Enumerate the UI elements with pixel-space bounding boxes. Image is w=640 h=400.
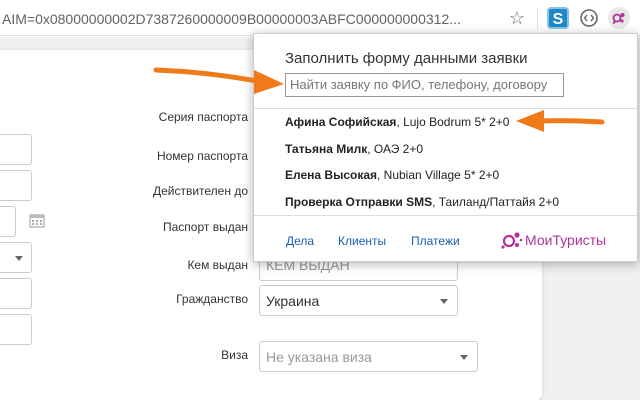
bookmark-star-icon[interactable]: ☆ [506,6,528,30]
citizenship-select[interactable]: Украина [259,285,458,316]
left-select[interactable] [0,242,32,273]
label-passport-series: Серия паспорта [158,110,248,124]
moituristy-extension-icon[interactable] [608,7,630,29]
list-item[interactable]: Елена Высокая, Nubian Village 5* 2+0 [285,168,499,182]
left-input-2[interactable] [0,170,32,201]
annotation-arrow-item [516,110,605,132]
left-input-3[interactable] [0,206,16,237]
popup-title: Заполнить форму данными заявки [285,50,528,67]
label-passport-number: Номер паспорта [156,149,248,163]
item-name: Елена Высокая [285,168,377,182]
extension-s-icon[interactable]: S [547,7,569,29]
brand-logo[interactable]: МоиТуристы [499,228,606,252]
footer-link-payments[interactable]: Платежи [411,234,460,248]
visa-value: Не указана виза [266,349,372,365]
chevron-down-icon [460,355,468,360]
visa-select[interactable]: Не указана виза [259,341,478,372]
calendar-icon[interactable] [29,212,45,228]
extension-code-icon[interactable] [578,7,600,29]
popup-divider [254,215,637,216]
toolbar-divider [537,9,538,29]
item-name: Татьяна Милк [285,142,368,156]
address-bar[interactable]: AIM=0x08000000002D7387260000009B00000003… [0,7,498,31]
item-name: Проверка Отправки SMS [285,195,433,209]
label-valid-until: Действителен до [152,184,248,198]
item-detail: , Таиланд/Паттайя 2+0 [432,195,560,209]
moituristy-logo-icon [501,232,523,249]
left-input-1[interactable] [0,134,32,165]
search-input[interactable]: Найти заявку по ФИО, телефону, договору [285,73,564,97]
item-detail: , Nubian Village 5* 2+0 [377,168,500,182]
chevron-down-icon [440,299,448,304]
extension-popup: Заполнить форму данными заявки Найти зая… [253,33,638,262]
footer-link-tasks[interactable]: Дела [286,234,314,248]
annotation-arrow-search [153,67,284,94]
citizenship-value: Украина [266,293,320,309]
list-item[interactable]: Проверка Отправки SMS, Таиланд/Паттайя 2… [285,195,559,209]
chevron-down-icon [15,256,23,261]
item-name: Афина Софийская [285,115,397,129]
left-input-5[interactable] [0,314,32,345]
left-input-4[interactable] [0,278,32,309]
item-detail: , ОАЭ 2+0 [367,142,424,156]
list-item[interactable]: Татьяна Милк, ОАЭ 2+0 [285,142,423,156]
footer-link-clients[interactable]: Клиенты [338,234,386,248]
label-issued: Паспорт выдан [162,220,248,234]
label-citizenship: Гражданство [176,292,248,306]
item-detail: , Lujo Bodrum 5* 2+0 [396,115,510,129]
label-issued-by: Кем выдан [187,258,248,272]
browser-toolbar: AIM=0x08000000002D7387260000009B00000003… [0,0,640,36]
brand-name: МоиТуристы [525,232,607,248]
label-visa: Виза [221,348,248,362]
list-item[interactable]: Афина Софийская, Lujo Bodrum 5* 2+0 [285,115,509,129]
